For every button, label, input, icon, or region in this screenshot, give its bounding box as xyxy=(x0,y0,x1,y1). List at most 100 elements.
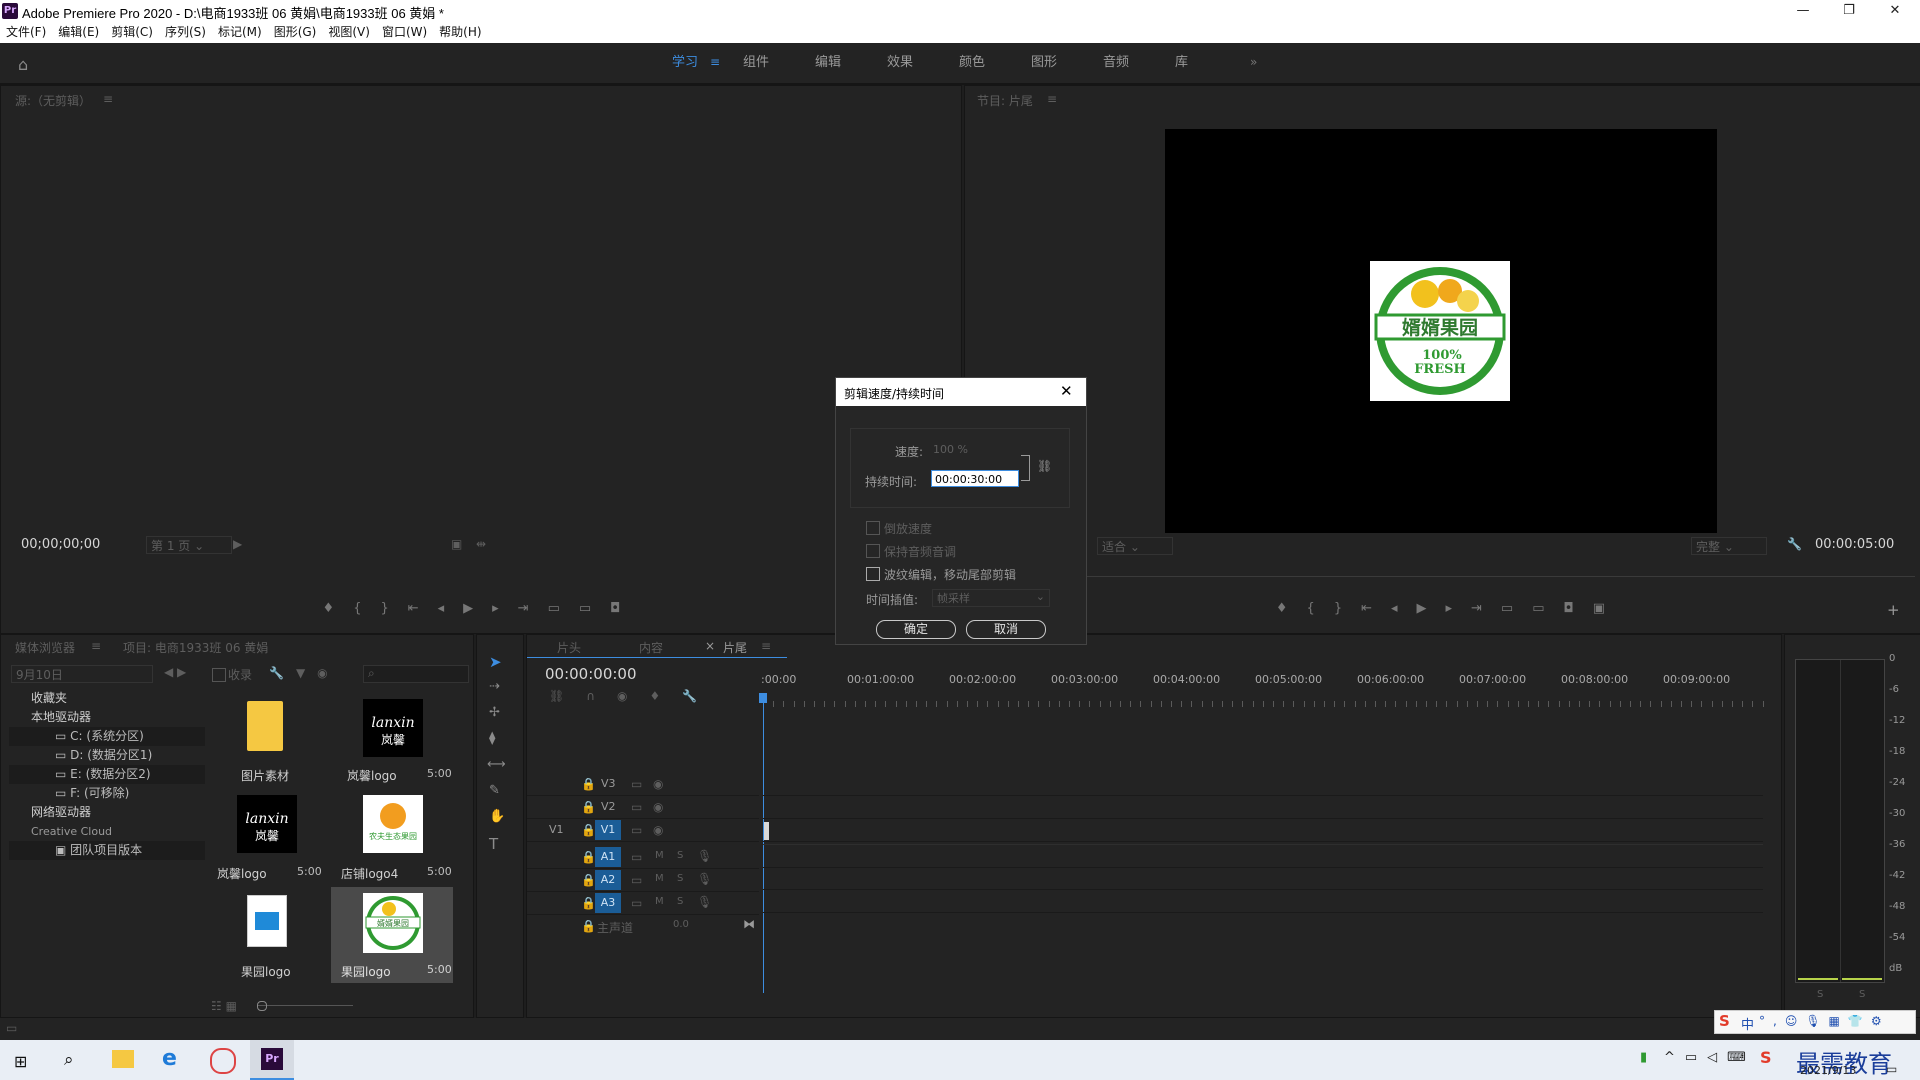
menu-view[interactable]: 视图(V) xyxy=(322,22,376,43)
lane-v2[interactable] xyxy=(763,796,1763,819)
time-ruler[interactable]: :00:00 00:01:00:00 00:02:00:00 00:03:00:00 0… xyxy=(761,673,1764,707)
master-volume-value[interactable]: 0.0 xyxy=(673,919,689,930)
tree-drive-d[interactable]: ▭ D: (数据分区1) xyxy=(9,746,205,765)
playhead-handle[interactable] xyxy=(759,693,767,703)
hand-tool-icon[interactable]: ✋ xyxy=(489,809,505,824)
list-view-icon[interactable]: ☷ ▦ xyxy=(211,999,237,1013)
razor-tool-icon[interactable]: ⧫ xyxy=(489,731,495,746)
meter-solo-right[interactable]: S xyxy=(1859,989,1865,1000)
timeline-tab-outro[interactable]: 片尾 xyxy=(723,639,747,656)
lock-icon[interactable]: 🔒 xyxy=(581,800,596,814)
film-icon[interactable]: ▭ xyxy=(631,896,642,910)
tree-drive-f[interactable]: ▭ F: (可移除) xyxy=(9,784,205,803)
menu-window[interactable]: 窗口(W) xyxy=(376,22,433,43)
mic-icon[interactable]: 🎙 xyxy=(697,872,712,886)
windows-start-icon[interactable]: ⊞ xyxy=(14,1052,27,1071)
tree-network-drives[interactable]: 网络驱动器 xyxy=(9,803,205,822)
lock-icon[interactable]: 🔒 xyxy=(581,850,596,864)
tab-media-browser[interactable]: 媒体浏览器 xyxy=(15,639,75,656)
timeline-tab-content[interactable]: 内容 xyxy=(639,639,663,656)
mute-button[interactable]: M xyxy=(655,850,664,861)
zoom-slider[interactable] xyxy=(257,1005,353,1006)
play-icon[interactable]: ▶ xyxy=(233,537,242,551)
workspace-tab-libraries[interactable]: 库 xyxy=(1175,43,1188,83)
mic-icon[interactable]: 🎙 xyxy=(697,895,712,909)
quality-dropdown[interactable]: 完整 ⌄ xyxy=(1691,537,1767,555)
lock-icon[interactable]: 🔒 xyxy=(581,823,596,837)
workspace-tab-color[interactable]: 颜色 xyxy=(959,43,985,83)
home-icon[interactable]: ⌂ xyxy=(18,55,28,74)
film-icon[interactable]: ▭ xyxy=(631,800,642,814)
add-button-icon[interactable]: + xyxy=(1887,601,1900,619)
tree-local-drives[interactable]: 本地驱动器 xyxy=(9,708,205,727)
minimize-button[interactable]: — xyxy=(1780,0,1826,22)
lock-icon[interactable]: 🔒 xyxy=(581,777,596,791)
ok-button[interactable]: 确定 xyxy=(876,620,956,639)
menu-file[interactable]: 文件(F) xyxy=(0,22,52,43)
dialog-close-icon[interactable]: ✕ xyxy=(1060,382,1073,400)
zoom-slider-handle[interactable] xyxy=(257,1001,267,1011)
timeline-toolbar-icons[interactable]: ⛓∩◉♦🔧 xyxy=(549,689,719,703)
taskbar-date[interactable]: 2021/9/13 xyxy=(1800,1064,1856,1077)
search-input[interactable]: ⌕ xyxy=(363,665,469,683)
clip-fruit-logo[interactable] xyxy=(764,822,769,840)
ime-tool-icons[interactable]: °,☺🎙▦👕⚙ xyxy=(1759,1014,1890,1028)
mute-button[interactable]: M xyxy=(655,873,664,884)
sogou-icon[interactable]: S xyxy=(1760,1048,1772,1067)
menu-clip[interactable]: 剪辑(C) xyxy=(105,22,159,43)
lock-icon[interactable]: 🔒 xyxy=(581,919,596,933)
film-icon[interactable]: ▭ xyxy=(631,823,642,837)
tab-project[interactable]: 项目: 电商1933班 06 黄娟 xyxy=(123,639,268,656)
source-timecode[interactable]: 00;00;00;00 xyxy=(21,537,100,552)
selection-tool-icon[interactable]: ➤ xyxy=(489,653,502,671)
timeline-timecode[interactable]: 00:00:00:00 xyxy=(545,665,637,683)
back-arrow-icon[interactable]: ◀ ▶ xyxy=(164,665,186,679)
tray-icons[interactable]: ^▭◁⌨ xyxy=(1664,1050,1756,1065)
solo-button[interactable]: S xyxy=(677,873,683,884)
go-to-end-icon[interactable]: ⧓ xyxy=(743,917,755,931)
search-icon[interactable]: ⌕ xyxy=(64,1050,74,1070)
edge-browser-icon[interactable]: e xyxy=(162,1046,177,1071)
panel-menu-icon[interactable]: ≡ xyxy=(1047,92,1057,106)
menu-help[interactable]: 帮助(H) xyxy=(433,22,487,43)
ime-mode[interactable]: 中 xyxy=(1741,1014,1754,1033)
workspace-tab-audio[interactable]: 音频 xyxy=(1103,43,1129,83)
film-icon[interactable]: ▭ xyxy=(631,873,642,887)
wrench-icon[interactable]: 🔧 xyxy=(1787,537,1802,551)
workspace-tab-editing[interactable]: 编辑 xyxy=(815,43,841,83)
lock-icon[interactable]: 🔒 xyxy=(581,896,596,910)
media-item-selected[interactable]: 婿婿果园 果园logo 5:00 xyxy=(331,887,453,983)
type-tool-icon[interactable]: T xyxy=(489,835,498,853)
mute-button[interactable]: M xyxy=(655,896,664,907)
mic-icon[interactable]: 🎙 xyxy=(697,849,712,863)
workspace-tab-graphics[interactable]: 图形 xyxy=(1031,43,1057,83)
track-target-a3[interactable]: A3 xyxy=(595,893,621,913)
lock-icon[interactable]: 🔒 xyxy=(581,873,596,887)
ripple-edit-checkbox[interactable] xyxy=(866,567,880,581)
panel-menu-icon[interactable]: ≡ xyxy=(91,639,101,653)
duration-input[interactable]: 00:00:30:00 xyxy=(931,470,1019,487)
speed-value[interactable]: 100 % xyxy=(933,443,968,456)
track-target-a1[interactable]: A1 xyxy=(595,847,621,867)
tree-drive-c[interactable]: ▭ C: (系统分区) xyxy=(9,727,205,746)
tree-drive-e[interactable]: ▭ E: (数据分区2) xyxy=(9,765,205,784)
menu-graphics[interactable]: 图形(G) xyxy=(268,22,323,43)
battery-icon[interactable]: ▮ xyxy=(1640,1050,1647,1065)
close-tab-icon[interactable]: × xyxy=(705,639,715,653)
lane-v1[interactable] xyxy=(763,819,1763,842)
program-transport-controls[interactable]: ♦{}⇤◂▶▸⇥▭▭◘▣ xyxy=(1250,601,1650,616)
media-item[interactable]: lanxin 岚馨 岚馨logo 5:00 xyxy=(331,691,453,787)
lane-a2[interactable] xyxy=(763,867,1763,890)
settings-icon[interactable]: ▣ xyxy=(451,537,462,551)
maintain-pitch-checkbox[interactable] xyxy=(866,544,880,558)
solo-button[interactable]: S xyxy=(677,850,683,861)
track-lanes[interactable] xyxy=(763,773,1763,953)
cancel-button[interactable]: 取消 xyxy=(966,620,1046,639)
timeline-tab-intro[interactable]: 片头 xyxy=(557,639,581,656)
file-explorer-icon[interactable] xyxy=(112,1050,134,1068)
ripple-edit-tool-icon[interactable]: ✢ xyxy=(489,705,500,720)
media-item[interactable]: lanxin 岚馨 岚馨logo 5:00 xyxy=(207,789,329,885)
track-select-tool-icon[interactable]: ⇢ xyxy=(489,679,500,694)
sogou-ime-icon[interactable]: S xyxy=(1719,1012,1730,1030)
lane-a1[interactable] xyxy=(763,844,1763,868)
